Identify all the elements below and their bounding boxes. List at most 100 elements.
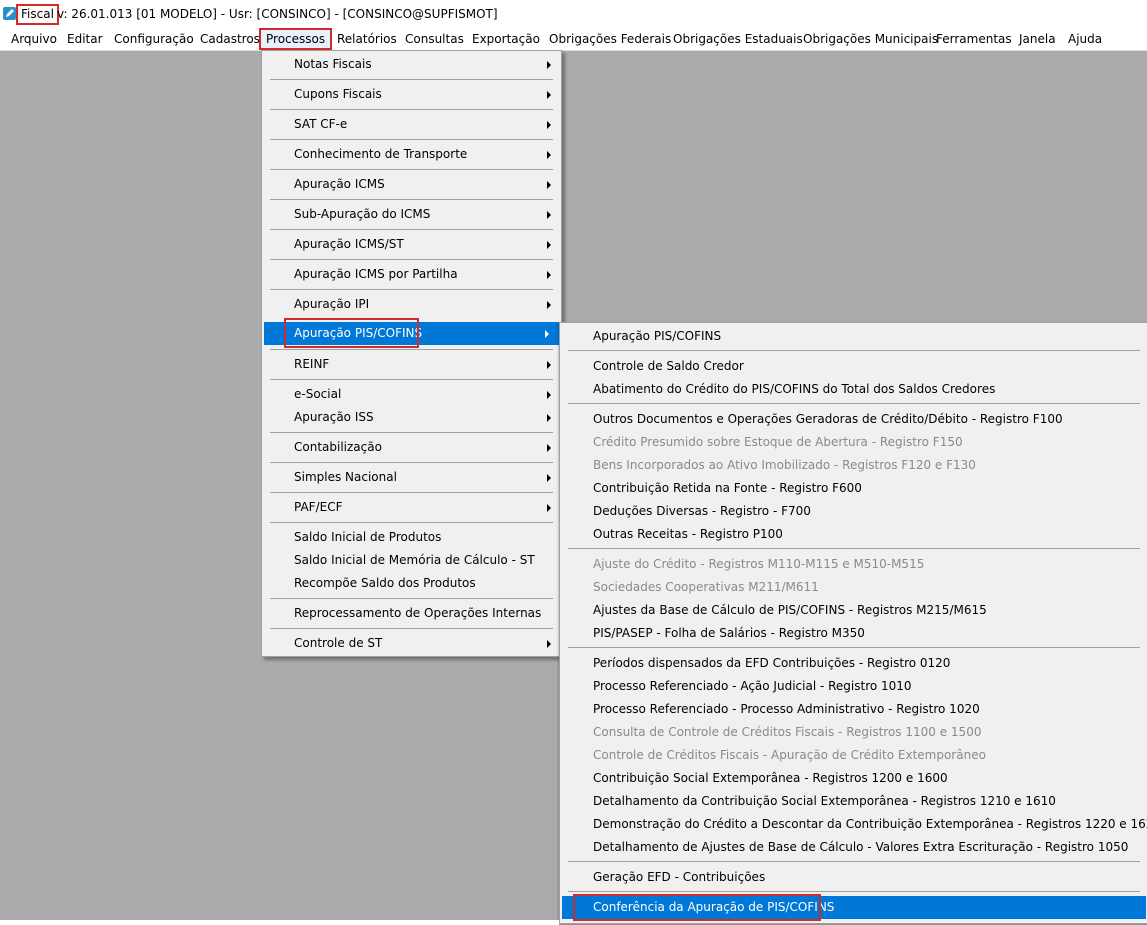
menu-ferramentas[interactable]: Ferramentas: [936, 28, 1012, 50]
menu-item-e-social[interactable]: e-Social: [262, 383, 561, 406]
submenu-item-registro-0120[interactable]: Períodos dispensados da EFD Contribuiçõe…: [560, 652, 1147, 675]
menu-cadastros[interactable]: Cadastros: [200, 28, 260, 50]
menu-item-conhecimento-transporte[interactable]: Conhecimento de Transporte: [262, 143, 561, 166]
menu-item-apuracao-iss[interactable]: Apuração ISS: [262, 406, 561, 429]
menu-item-controle-st[interactable]: Controle de ST: [262, 632, 561, 655]
submenu-arrow-icon: [547, 361, 551, 369]
menu-item-simples-nacional[interactable]: Simples Nacional: [262, 466, 561, 489]
submenu-item-ajustes-base-calculo[interactable]: Ajustes da Base de Cálculo de PIS/COFINS…: [560, 599, 1147, 622]
menu-item-label: Ajuste do Crédito - Registros M110-M115 …: [593, 557, 925, 571]
menu-item-apuracao-ipi[interactable]: Apuração IPI: [262, 293, 561, 316]
submenu-item-conferencia-apuracao[interactable]: Conferência da Apuração de PIS/COFINS: [562, 896, 1146, 919]
separator: [568, 891, 1140, 892]
menu-item-apuracao-icms-partilha[interactable]: Apuração ICMS por Partilha: [262, 263, 561, 286]
menu-item-label: Saldo Inicial de Produtos: [294, 530, 442, 544]
menu-obrigacoes-municipais[interactable]: Obrigações Municipais: [803, 28, 938, 50]
separator: [270, 289, 553, 290]
menu-item-label: Demonstração do Crédito a Descontar da C…: [593, 817, 1147, 831]
submenu-arrow-icon: [547, 474, 551, 482]
menu-item-label: Conhecimento de Transporte: [294, 147, 468, 161]
menu-item-label: e-Social: [294, 387, 342, 401]
menu-item-label: Contabilização: [294, 440, 382, 454]
submenu-arrow-icon: [547, 640, 551, 648]
pis-cofins-submenu: Apuração PIS/COFINS Controle de Saldo Cr…: [559, 322, 1147, 924]
menu-item-label: Cupons Fiscais: [294, 87, 382, 101]
menu-arquivo[interactable]: Arquivo: [11, 28, 57, 50]
submenu-arrow-icon: [547, 271, 551, 279]
submenu-item-registros-1200-1600[interactable]: Contribuição Social Extemporânea - Regis…: [560, 767, 1147, 790]
submenu-arrow-icon: [545, 330, 549, 338]
menu-item-paf-ecf[interactable]: PAF/ECF: [262, 496, 561, 519]
submenu-arrow-icon: [547, 61, 551, 69]
menu-item-label: Controle de Saldo Credor: [593, 359, 744, 373]
menu-item-label: REINF: [294, 357, 330, 371]
menu-janela[interactable]: Janela: [1019, 28, 1056, 50]
menu-editar[interactable]: Editar: [67, 28, 103, 50]
submenu-item-abatimento-credito[interactable]: Abatimento do Crédito do PIS/COFINS do T…: [560, 378, 1147, 401]
menu-obrigacoes-federais[interactable]: Obrigações Federais: [549, 28, 671, 50]
submenu-item-controle-saldo-credor[interactable]: Controle de Saldo Credor: [560, 355, 1147, 378]
processos-dropdown: Notas Fiscais Cupons Fiscais SAT CF-e Co…: [261, 50, 562, 657]
menu-item-saldo-inicial-produtos[interactable]: Saldo Inicial de Produtos: [262, 526, 561, 549]
menu-item-label: Consulta de Controle de Créditos Fiscais…: [593, 725, 982, 739]
menu-item-label: Controle de ST: [294, 636, 383, 650]
menu-item-sat-cfe[interactable]: SAT CF-e: [262, 113, 561, 136]
submenu-item-registros-1220-1620[interactable]: Demonstração do Crédito a Descontar da C…: [560, 813, 1147, 836]
submenu-item-registro-1020[interactable]: Processo Referenciado - Processo Adminis…: [560, 698, 1147, 721]
menu-item-recompoe-saldo-produtos[interactable]: Recompõe Saldo dos Produtos: [262, 572, 561, 595]
submenu-item-registro-f600[interactable]: Contribuição Retida na Fonte - Registro …: [560, 477, 1147, 500]
submenu-item-ajuste-credito: Ajuste do Crédito - Registros M110-M115 …: [560, 553, 1147, 576]
separator: [270, 79, 553, 80]
submenu-item-registro-f100[interactable]: Outros Documentos e Operações Geradoras …: [560, 408, 1147, 431]
menu-item-saldo-inicial-memoria-calculo[interactable]: Saldo Inicial de Memória de Cálculo - ST: [262, 549, 561, 572]
menu-item-label: Detalhamento de Ajustes de Base de Cálcu…: [593, 840, 1129, 854]
menu-item-apuracao-icms[interactable]: Apuração ICMS: [262, 173, 561, 196]
menu-processos[interactable]: Processos: [259, 28, 333, 50]
submenu-item-registros-1210-1610[interactable]: Detalhamento da Contribuição Social Exte…: [560, 790, 1147, 813]
menu-item-sub-apuracao-icms[interactable]: Sub-Apuração do ICMS: [262, 203, 561, 226]
submenu-arrow-icon: [547, 504, 551, 512]
menu-configuracao[interactable]: Configuração: [114, 28, 194, 50]
menu-item-notas-fiscais[interactable]: Notas Fiscais: [262, 53, 561, 76]
submenu-item-geracao-efd[interactable]: Geração EFD - Contribuições: [560, 866, 1147, 889]
bottom-strip: [0, 920, 559, 925]
menu-item-cupons-fiscais[interactable]: Cupons Fiscais: [262, 83, 561, 106]
submenu-item-folha-salarios[interactable]: PIS/PASEP - Folha de Salários - Registro…: [560, 622, 1147, 645]
submenu-arrow-icon: [547, 91, 551, 99]
submenu-item-registro-f700[interactable]: Deduções Diversas - Registro - F700: [560, 500, 1147, 523]
menu-consultas[interactable]: Consultas: [405, 28, 464, 50]
menu-item-label: Crédito Presumido sobre Estoque de Abert…: [593, 435, 963, 449]
submenu-item-registro-1050[interactable]: Detalhamento de Ajustes de Base de Cálcu…: [560, 836, 1147, 859]
menu-item-label: Apuração ICMS/ST: [294, 237, 404, 251]
submenu-item-apuracao-pis-cofins[interactable]: Apuração PIS/COFINS: [560, 325, 1147, 348]
menu-item-label: Apuração PIS/COFINS: [593, 329, 722, 343]
menu-item-reprocessamento-operacoes[interactable]: Reprocessamento de Operações Internas: [262, 602, 561, 625]
submenu-item-registro-p100[interactable]: Outras Receitas - Registro P100: [560, 523, 1147, 546]
menu-relatorios[interactable]: Relatórios: [337, 28, 397, 50]
submenu-arrow-icon: [547, 241, 551, 249]
separator: [568, 548, 1140, 549]
submenu-arrow-icon: [547, 151, 551, 159]
separator: [270, 169, 553, 170]
separator: [568, 403, 1140, 404]
menu-item-label: Abatimento do Crédito do PIS/COFINS do T…: [593, 382, 996, 396]
separator: [270, 229, 553, 230]
menu-item-label: Notas Fiscais: [294, 57, 372, 71]
menu-obrigacoes-estaduais[interactable]: Obrigações Estaduais: [673, 28, 803, 50]
menu-item-apuracao-icms-st[interactable]: Apuração ICMS/ST: [262, 233, 561, 256]
menu-item-reinf[interactable]: REINF: [262, 353, 561, 376]
separator: [270, 432, 553, 433]
pencil-icon[interactable]: [3, 7, 16, 20]
submenu-arrow-icon: [547, 211, 551, 219]
menu-item-contabilizacao[interactable]: Contabilização: [262, 436, 561, 459]
submenu-item-registro-1010[interactable]: Processo Referenciado - Ação Judicial - …: [560, 675, 1147, 698]
menu-item-label: Conferência da Apuração de PIS/COFINS: [593, 900, 835, 914]
menu-ajuda[interactable]: Ajuda: [1068, 28, 1102, 50]
separator: [270, 628, 553, 629]
menu-item-apuracao-pis-cofins[interactable]: Apuração PIS/COFINS: [264, 322, 559, 345]
app-name: Fiscal: [16, 4, 59, 25]
menu-item-label: Saldo Inicial de Memória de Cálculo - ST: [294, 553, 535, 567]
menu-exportacao[interactable]: Exportação: [472, 28, 540, 50]
menu-item-label: Recompõe Saldo dos Produtos: [294, 576, 476, 590]
menu-item-label: Outros Documentos e Operações Geradoras …: [593, 412, 1063, 426]
